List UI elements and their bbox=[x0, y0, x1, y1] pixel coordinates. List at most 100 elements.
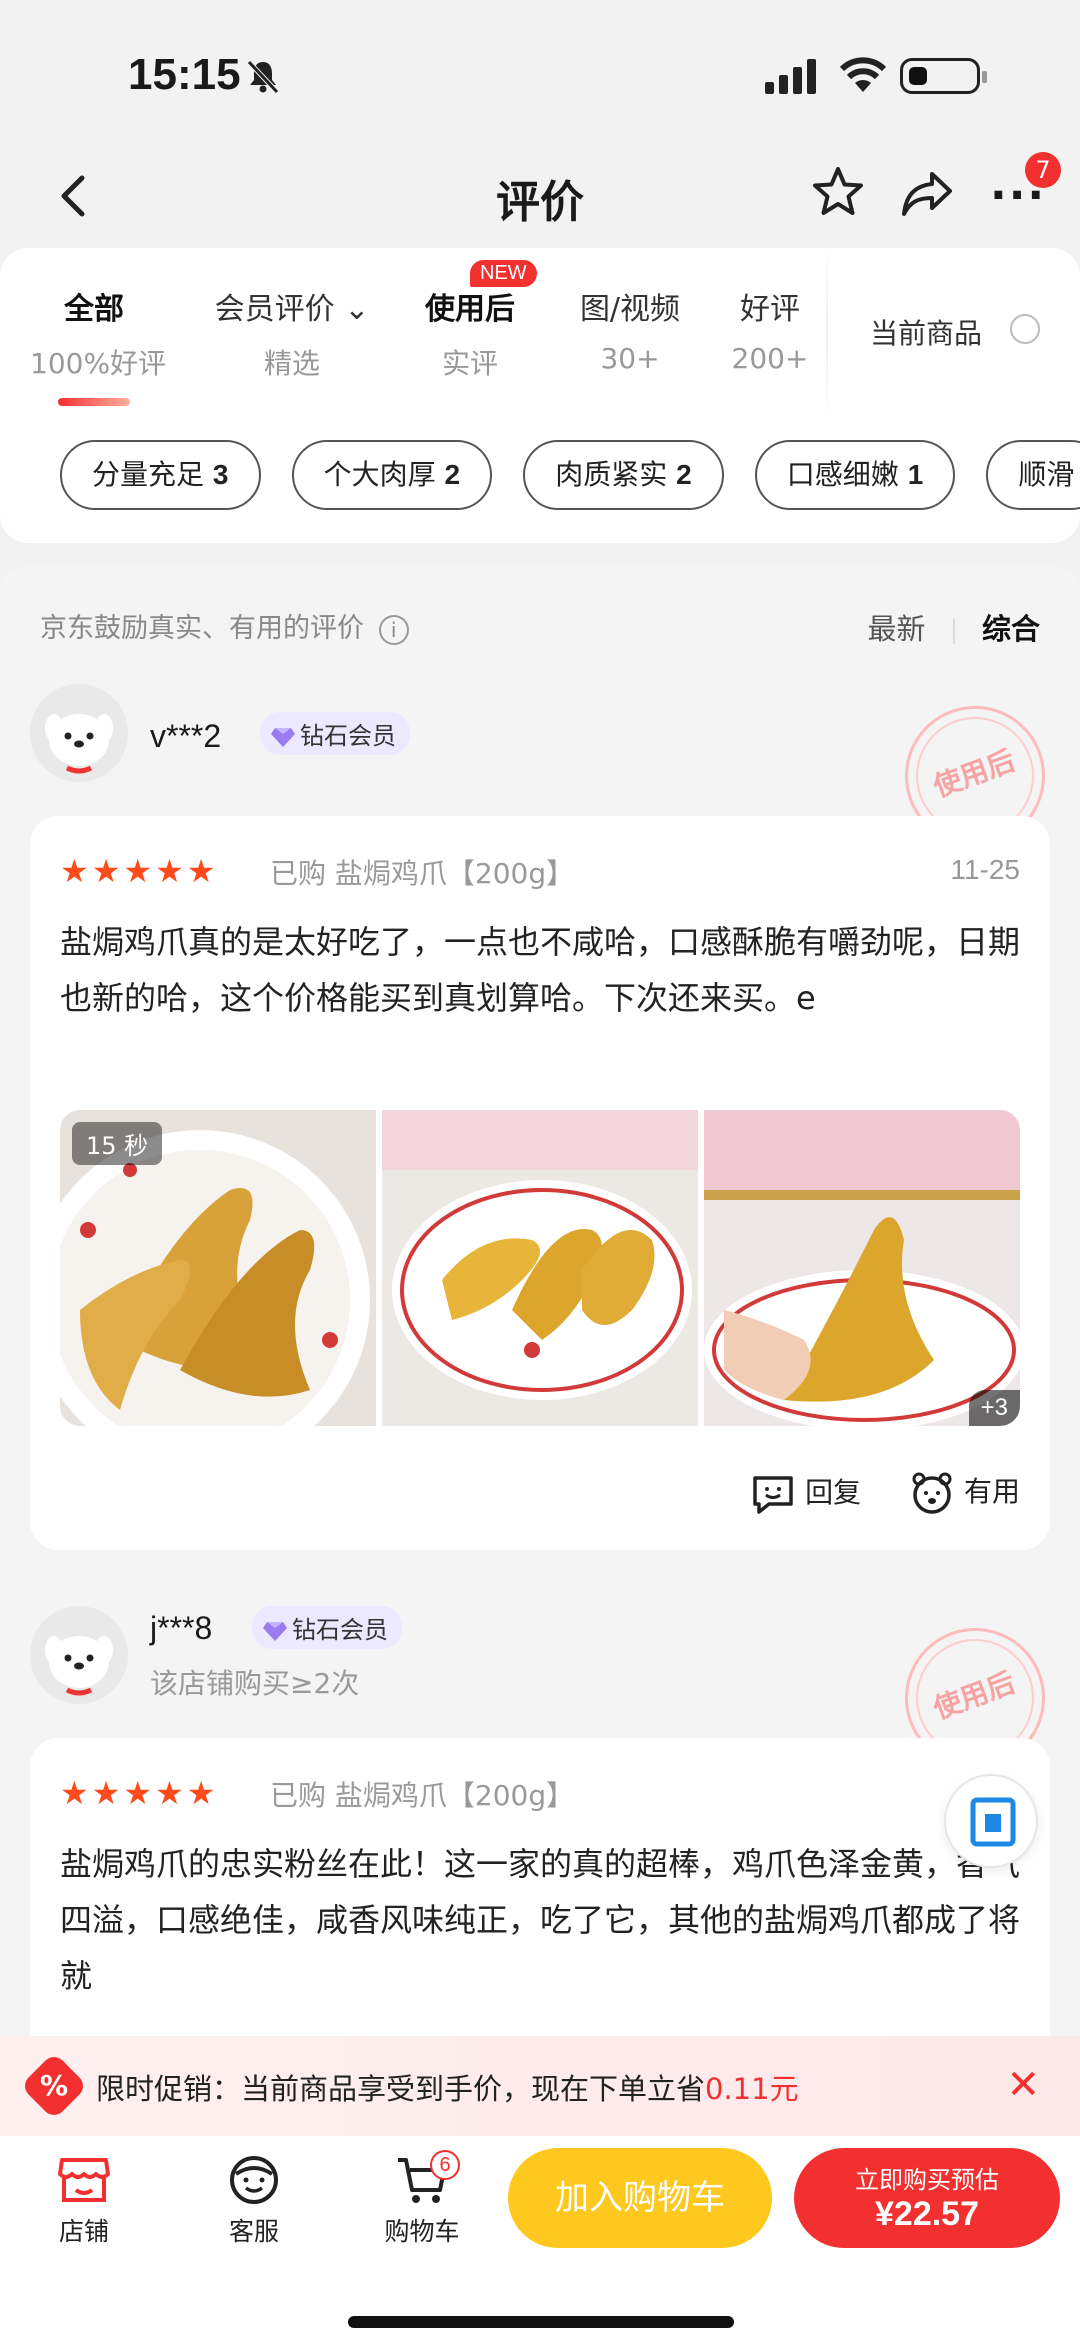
tab-label: 使用后 bbox=[425, 292, 515, 327]
chip-label: 分量充足 bbox=[92, 458, 205, 491]
status-time: 15:15 bbox=[128, 50, 241, 99]
add-to-cart-button[interactable]: 加入购物车 bbox=[508, 2148, 772, 2248]
purchased-item: 已购 盐焗鸡爪【200g】 bbox=[270, 857, 575, 890]
cellular-signal-icon bbox=[765, 59, 816, 94]
promo-message: 限时促销：当前商品享受到手价，现在下单立省 bbox=[96, 2072, 706, 2106]
tab-sub: 实评 bbox=[441, 347, 498, 380]
avatar[interactable] bbox=[30, 1606, 128, 1704]
tag-chip[interactable]: 个大肉厚 2 bbox=[291, 440, 493, 510]
tab-label: 好评 bbox=[740, 292, 800, 327]
nav-bar: 评价 ··· 7 bbox=[0, 140, 1080, 250]
review-video[interactable]: 15 秒 bbox=[60, 1110, 376, 1426]
tab-all[interactable]: 全部 100%好评 bbox=[30, 284, 167, 406]
tab-label: 会员评价 ⌄ bbox=[214, 292, 370, 327]
vip-badge: 钻石会员 bbox=[260, 712, 410, 755]
current-goods-radio[interactable] bbox=[1010, 314, 1040, 344]
sort-latest[interactable]: 最新 bbox=[868, 612, 926, 646]
vip-label: 钻石会员 bbox=[300, 722, 396, 750]
chicken-feet-photo bbox=[704, 1110, 1020, 1426]
useful-label: 有用 bbox=[963, 1475, 1020, 1508]
ask-icon bbox=[970, 1797, 1016, 1847]
chip-count: 1 bbox=[907, 459, 924, 490]
tab-label: 图/视频 bbox=[579, 292, 681, 327]
purchase-count: 该店铺购买≥2次 bbox=[150, 1667, 360, 1700]
rating-stars: ★★★★★ bbox=[60, 852, 219, 890]
close-icon[interactable]: ✕ bbox=[1006, 2062, 1040, 2108]
promo-text: 限时促销：当前商品享受到手价，现在下单立省0.11元 bbox=[96, 2066, 799, 2108]
review-photo[interactable]: +3 bbox=[704, 1110, 1020, 1426]
chip-label: 顺滑 bbox=[1018, 458, 1075, 491]
review-list: 京东鼓励真实、有用的评价 i 最新 综合 v***2 钻石会员 使用后 ★★★★… bbox=[0, 566, 1080, 2036]
customer-service-icon bbox=[230, 2156, 278, 2204]
discount-icon-label: % bbox=[39, 2069, 69, 2102]
customer-service-label: 客服 bbox=[228, 2217, 279, 2246]
purchased-item: 已购 盐焗鸡爪【200g】 bbox=[270, 1779, 575, 1812]
review-content: 盐焗鸡爪真的是太好吃了，一点也不咸哈，口感酥脆有嚼劲呢，日期也新的哈，这个价格能… bbox=[60, 923, 1021, 1017]
chip-count: 2 bbox=[676, 459, 692, 490]
current-goods-label: 当前商品 bbox=[870, 317, 983, 350]
share-icon[interactable] bbox=[898, 164, 956, 222]
tag-chip[interactable]: 口感细嫩 1 bbox=[754, 440, 956, 510]
floating-ask-button[interactable] bbox=[944, 1774, 1038, 1868]
sort-options: 最新 综合 bbox=[868, 606, 1040, 648]
chicken-feet-photo bbox=[382, 1110, 698, 1426]
mute-bell-icon bbox=[247, 60, 279, 94]
favorite-star-icon[interactable] bbox=[810, 164, 866, 220]
diamond-icon bbox=[263, 1622, 287, 1641]
review-actions: 回复 有用 bbox=[711, 1470, 1020, 1515]
review-content: 盐焗鸡爪的忠实粉丝在此！这一家的真的超棒，鸡爪色泽金黄，香气四溢，口感绝佳，咸香… bbox=[60, 1845, 1021, 1995]
more-photos-badge: +3 bbox=[968, 1390, 1020, 1426]
active-tab-indicator bbox=[58, 398, 130, 406]
useful-button[interactable]: 有用 bbox=[910, 1470, 1020, 1515]
review-tip: 京东鼓励真实、有用的评价 i bbox=[40, 606, 409, 645]
tab-sub: 100%好评 bbox=[30, 347, 167, 380]
chip-label: 肉质紧实 bbox=[555, 458, 668, 491]
wifi-icon bbox=[839, 57, 887, 92]
tab-member-reviews[interactable]: 会员评价 ⌄ 精选 bbox=[212, 284, 372, 382]
tab-photo-video[interactable]: 图/视频 30+ bbox=[570, 284, 690, 375]
reply-label: 回复 bbox=[805, 1476, 862, 1509]
sort-divider bbox=[952, 618, 955, 644]
more-notification-badge: 7 bbox=[1025, 152, 1061, 188]
promo-banner: % 限时促销：当前商品享受到手价，现在下单立省0.11元 ✕ bbox=[0, 2036, 1080, 2136]
cart-count-badge: 6 bbox=[430, 2150, 460, 2180]
discount-icon: % bbox=[20, 2052, 88, 2120]
tab-positive[interactable]: 好评 200+ bbox=[730, 284, 810, 375]
sort-overall[interactable]: 综合 bbox=[982, 612, 1040, 646]
user-avatar-icon bbox=[30, 684, 128, 782]
review-photos: 15 秒 +3 bbox=[60, 1110, 1020, 1426]
review-item: v***2 钻石会员 使用后 ★★★★★ 已购 盐焗鸡爪【200g】 11-25… bbox=[0, 684, 1080, 1604]
review-date: 11-25 bbox=[950, 854, 1020, 885]
tab-label: 全部 bbox=[64, 292, 124, 327]
tag-chip[interactable]: 顺滑 bbox=[986, 440, 1080, 510]
video-duration: 15 秒 bbox=[72, 1122, 163, 1165]
username: v***2 bbox=[150, 718, 222, 754]
diamond-icon bbox=[271, 728, 295, 747]
useful-icon bbox=[912, 1472, 952, 1514]
rating-stars: ★★★★★ bbox=[60, 1774, 219, 1812]
review-tip-text: 京东鼓励真实、有用的评价 bbox=[40, 613, 364, 644]
review-card: ★★★★★ 已购 盐焗鸡爪【200g】 1 盐焗鸡爪的忠实粉丝在此！这一家的真的… bbox=[30, 1738, 1050, 2036]
review-item: j***8 钻石会员 该店铺购买≥2次 使用后 ★★★★★ 已购 盐焗鸡爪【20… bbox=[0, 1606, 1080, 2036]
review-photo[interactable] bbox=[382, 1110, 698, 1426]
shop-label: 店铺 bbox=[58, 2217, 109, 2246]
tag-chip[interactable]: 肉质紧实 2 bbox=[523, 440, 724, 510]
chip-count: 3 bbox=[212, 459, 229, 490]
avatar[interactable] bbox=[30, 684, 128, 782]
new-badge: NEW bbox=[470, 260, 537, 287]
cart-button[interactable]: 购物车 6 bbox=[362, 2150, 482, 2248]
info-icon[interactable]: i bbox=[378, 614, 409, 645]
tab-divider bbox=[826, 248, 828, 416]
tag-chip[interactable]: 分量充足 3 bbox=[60, 440, 261, 510]
status-bar: 15:15 bbox=[0, 0, 1080, 140]
tab-after-use[interactable]: 使用后 实评 bbox=[420, 284, 520, 382]
tab-sub: 200+ bbox=[731, 342, 809, 375]
customer-service-button[interactable]: 客服 bbox=[194, 2154, 314, 2248]
tab-sub: 30+ bbox=[600, 342, 660, 375]
buy-now-button[interactable]: 立即购买预估 ¥22.57 bbox=[794, 2148, 1060, 2248]
reply-button[interactable]: 回复 bbox=[751, 1471, 861, 1514]
shop-button[interactable]: 店铺 bbox=[24, 2154, 144, 2248]
home-indicator bbox=[348, 2316, 734, 2328]
cart-label: 购物车 bbox=[384, 2217, 460, 2246]
buy-now-price: ¥22.57 bbox=[875, 2195, 979, 2233]
